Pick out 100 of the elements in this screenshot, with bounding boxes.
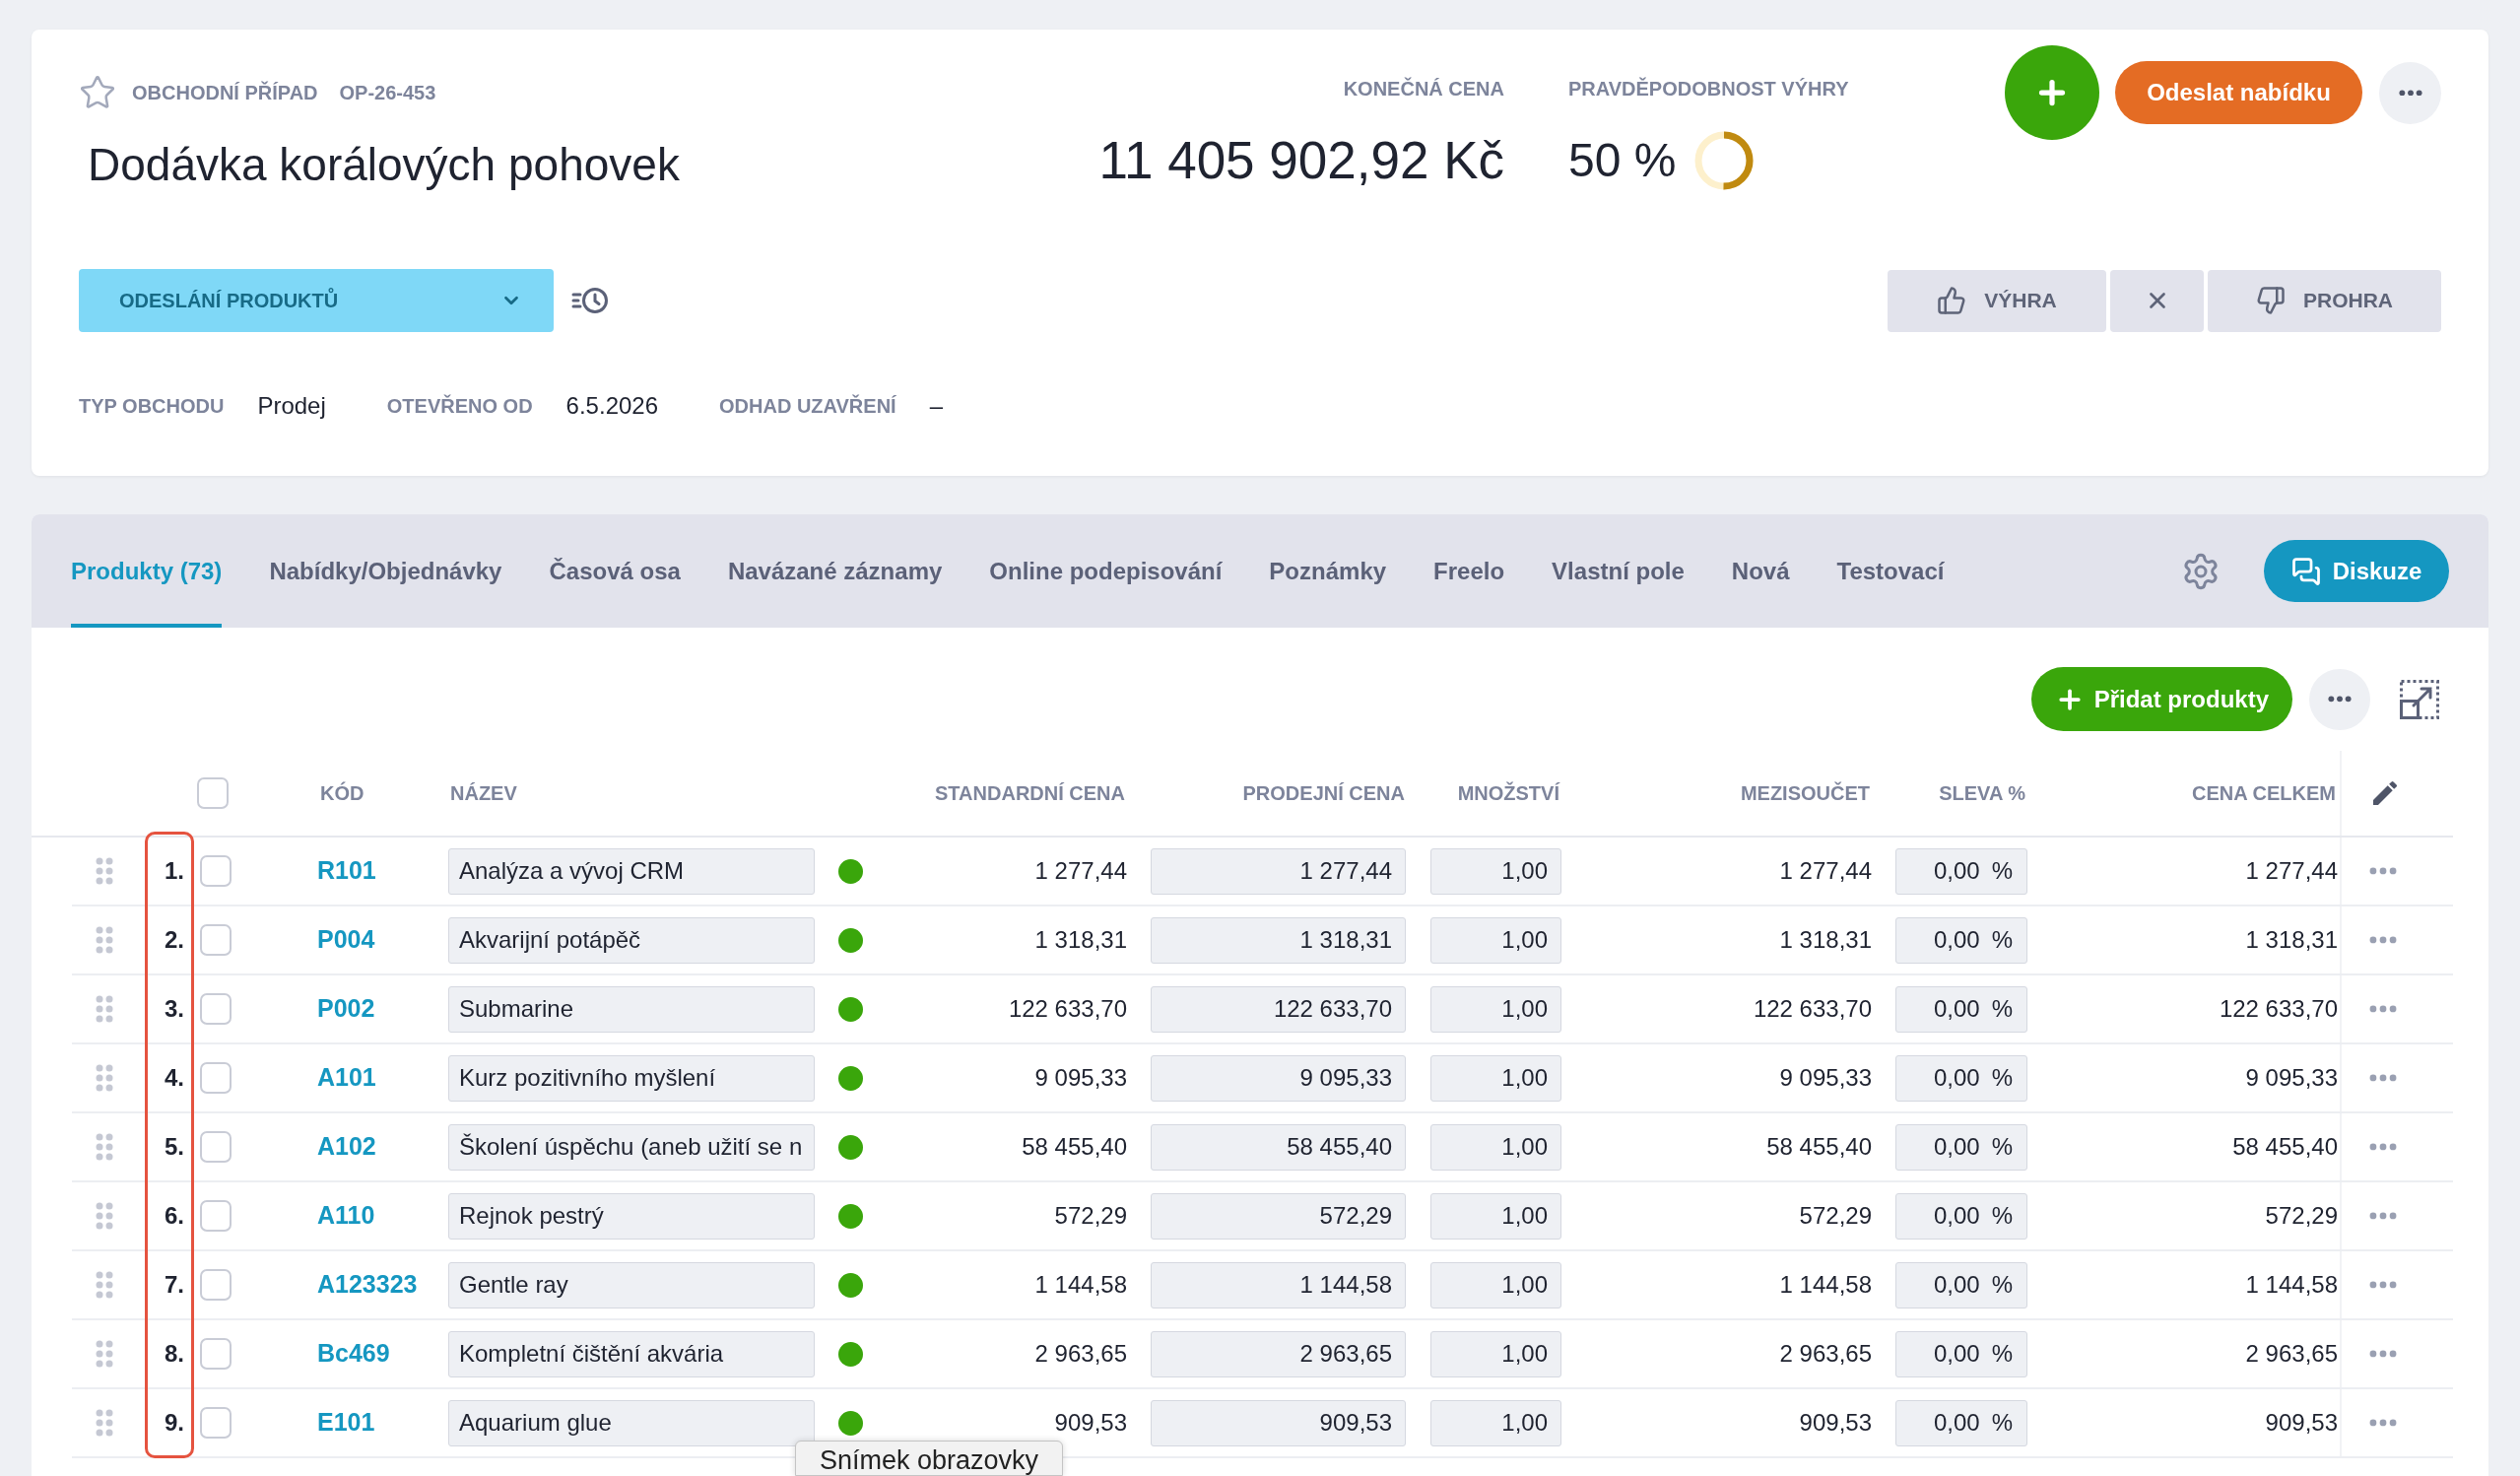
row-checkbox[interactable] [200,1407,232,1439]
row-checkbox[interactable] [200,1338,232,1370]
row-menu-button[interactable] [2369,1143,2397,1151]
product-name-field[interactable]: Rejnok pestrý [448,1192,815,1240]
row-menu-button[interactable] [2369,936,2397,944]
discount-field[interactable]: 0,00 % [1895,1054,2027,1102]
standard-price: 1 144,58 [1034,1270,1127,1300]
row-menu-button[interactable] [2369,1074,2397,1082]
quantity-field[interactable]: 1,00 [1430,1399,1561,1446]
record-type-label: OBCHODNÍ PŘÍPAD [132,80,318,105]
row-checkbox[interactable] [200,1062,232,1094]
drag-handle-icon[interactable] [96,1409,113,1437]
product-name-field[interactable]: Kompletní čištění akvária [448,1330,815,1377]
drag-handle-icon[interactable] [96,1202,113,1230]
column-header[interactable]: NÁZEV [450,782,517,804]
sale-price-field[interactable]: 2 963,65 [1151,1330,1406,1377]
column-header[interactable]: STANDARDNÍ CENA [935,778,1125,808]
standard-price: 909,53 [1054,1408,1127,1438]
product-name-field[interactable]: Kurz pozitivního myšlení [448,1054,815,1102]
discount-field[interactable]: 0,00 % [1895,1123,2027,1171]
win-button[interactable]: VÝHRA [1888,269,2106,332]
sale-price-field[interactable]: 1 318,31 [1151,916,1406,964]
row-checkbox[interactable] [200,1269,232,1301]
row-menu-button[interactable] [2369,1005,2397,1013]
row-checkbox[interactable] [200,924,232,956]
thumbs-up-icon [1937,286,1967,315]
total-price: 1 144,58 [2245,1270,2338,1300]
row-checkbox[interactable] [200,855,232,887]
quantity-field[interactable]: 1,00 [1430,1123,1561,1171]
quantity-field[interactable]: 1,00 [1430,916,1561,964]
sale-price-field[interactable]: 122 633,70 [1151,985,1406,1033]
quantity-field[interactable]: 1,00 [1430,847,1561,895]
tab[interactable]: Testovací [1836,514,1945,628]
select-all-checkbox[interactable] [197,777,229,809]
quantity-field[interactable]: 1,00 [1430,1054,1561,1102]
total-price: 58 455,40 [2232,1132,2338,1162]
total-price: 122 633,70 [2219,994,2338,1024]
discount-field[interactable]: 0,00 % [1895,1261,2027,1308]
stage-dropdown[interactable]: ODESLÁNÍ PRODUKTŮ [79,269,554,332]
sale-price-field[interactable]: 58 455,40 [1151,1123,1406,1171]
discount-field[interactable]: 0,00 % [1895,1192,2027,1240]
drag-handle-icon[interactable] [96,857,113,885]
product-name-field[interactable]: Akvarijní potápěč [448,916,815,964]
tab[interactable]: Časová osa [549,514,681,628]
discount-field[interactable]: 0,00 % [1895,916,2027,964]
drag-handle-icon[interactable] [96,1064,113,1092]
drag-handle-icon[interactable] [96,1340,113,1368]
discount-field[interactable]: 0,00 % [1895,1399,2027,1446]
tab[interactable]: Poznámky [1269,514,1387,628]
win-probability-label: PRAVDĚPODOBNOST VÝHRY [1568,77,1849,101]
tab[interactable]: Nabídky/Objednávky [269,514,502,628]
total-price: 572,29 [2265,1201,2338,1231]
sale-price-field[interactable]: 1 277,44 [1151,847,1406,895]
discount-field[interactable]: 0,00 % [1895,985,2027,1033]
sale-price-field[interactable]: 9 095,33 [1151,1054,1406,1102]
product-name-field[interactable]: Gentle ray [448,1261,815,1308]
product-name-field[interactable]: Aquarium glue [448,1399,815,1446]
discount-field[interactable]: 0,00 % [1895,1330,2027,1377]
tab[interactable]: Nová [1731,514,1790,628]
discount-field[interactable]: 0,00 % [1895,847,2027,895]
quantity-field[interactable]: 1,00 [1430,1330,1561,1377]
tab[interactable]: Online podepisování [989,514,1223,628]
column-header[interactable]: SLEVA % [1939,778,2025,808]
drag-handle-icon[interactable] [96,926,113,954]
row-menu-button[interactable] [2369,1281,2397,1289]
column-header[interactable]: PRODEJNÍ CENA [1242,778,1405,808]
quantity-field[interactable]: 1,00 [1430,1261,1561,1308]
product-name-field[interactable]: Analýza a vývoj CRM [448,847,815,895]
drag-handle-icon[interactable] [96,1133,113,1161]
loss-button[interactable]: PROHRA [2208,269,2441,332]
row-checkbox[interactable] [200,1131,232,1163]
column-header[interactable]: KÓD [320,782,365,804]
standard-price: 572,29 [1054,1201,1127,1231]
tab[interactable]: Navázané záznamy [727,514,943,628]
product-name-field[interactable]: Submarine [448,985,815,1033]
row-number: 6. [165,1201,184,1231]
settings-icon[interactable] [2181,551,2221,591]
star-icon[interactable] [79,74,116,111]
drag-handle-icon[interactable] [96,995,113,1023]
drag-handle-icon[interactable] [96,1271,113,1299]
row-checkbox[interactable] [200,1200,232,1232]
column-header[interactable]: CENA CELKEM [2192,778,2336,808]
expand-icon[interactable] [2400,679,2439,719]
row-menu-button[interactable] [2369,867,2397,875]
reset-button[interactable] [2110,269,2204,332]
row-menu-button[interactable] [2369,1212,2397,1220]
quantity-field[interactable]: 1,00 [1430,985,1561,1033]
quantity-field[interactable]: 1,00 [1430,1192,1561,1240]
row-menu-button[interactable] [2369,1350,2397,1358]
row-menu-button[interactable] [2369,1419,2397,1427]
product-name-field[interactable]: Školení úspěchu (aneb užití se n [448,1123,815,1171]
sale-price-field[interactable]: 1 144,58 [1151,1261,1406,1308]
tab[interactable]: Vlastní pole [1552,514,1685,628]
tab[interactable]: Freelo [1433,514,1505,628]
column-header[interactable]: MNOŽSTVÍ [1457,778,1559,808]
row-checkbox[interactable] [200,993,232,1025]
sale-price-field[interactable]: 572,29 [1151,1192,1406,1240]
sale-price-field[interactable]: 909,53 [1151,1399,1406,1446]
history-icon[interactable] [571,286,609,315]
column-header[interactable]: MEZISOUČET [1740,778,1870,808]
